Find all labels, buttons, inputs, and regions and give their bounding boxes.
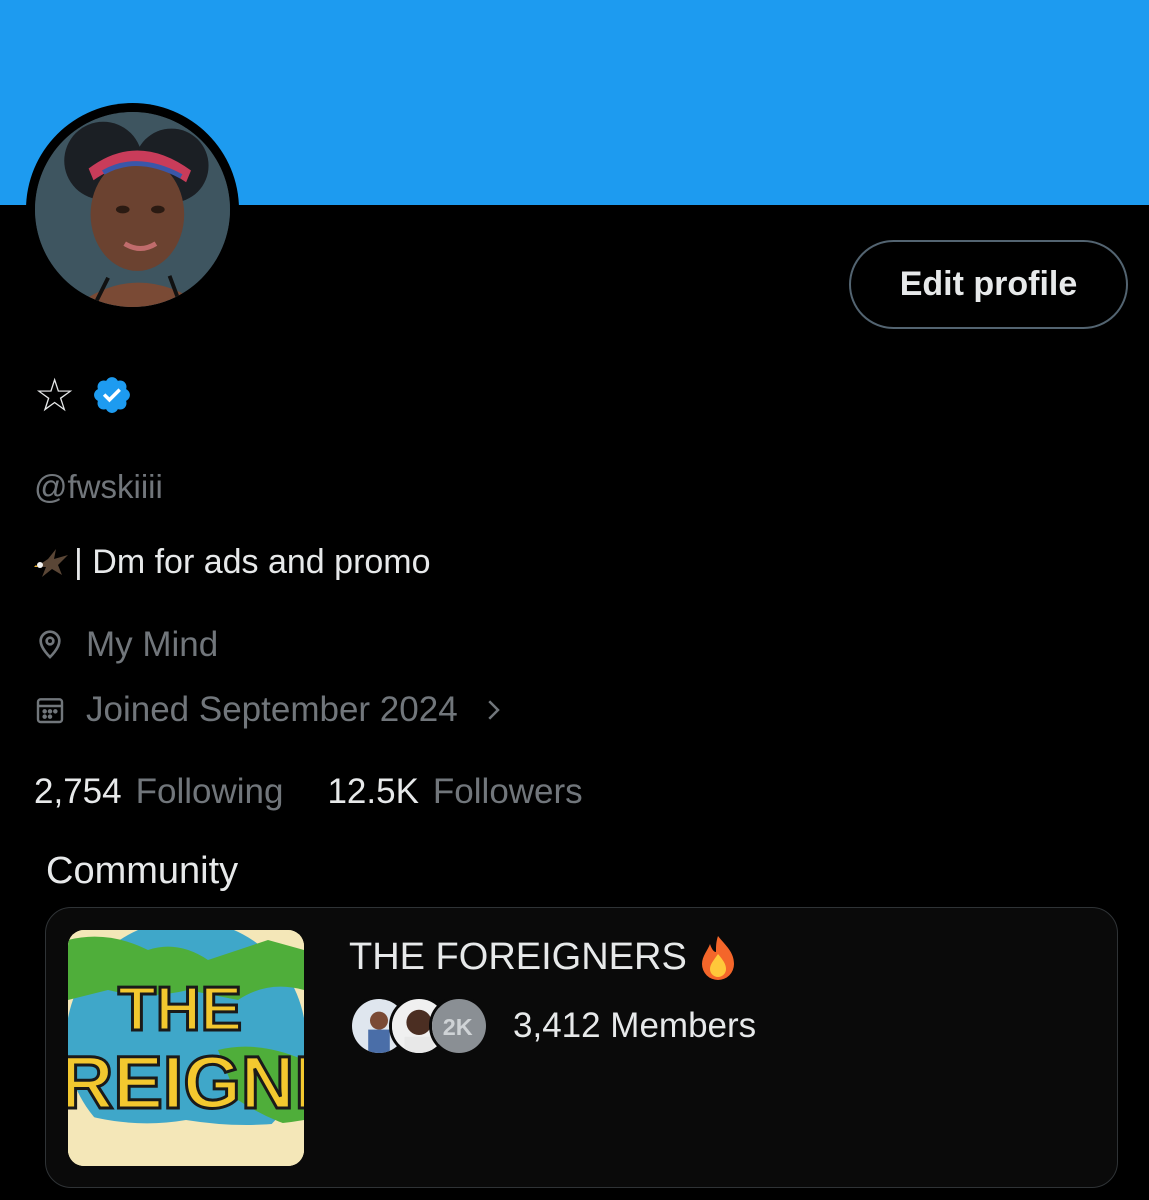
calendar-icon <box>34 694 66 726</box>
community-name-text: THE FOREIGNERS <box>349 935 687 978</box>
location-row: My Mind <box>34 625 218 665</box>
joined-text: Joined September 2024 <box>86 690 458 729</box>
display-name-row: ☆ <box>34 370 133 420</box>
location-pin-icon <box>34 629 66 661</box>
community-image: THE REIGNI <box>68 930 304 1166</box>
verified-badge-icon[interactable] <box>91 374 133 416</box>
following-count: 2,754 <box>34 772 122 811</box>
followers-count: 12.5K <box>327 772 419 811</box>
chevron-right-icon <box>478 695 508 725</box>
svg-text:2K: 2K <box>443 1014 473 1040</box>
fire-emoji-icon <box>697 934 739 980</box>
followers-link[interactable]: 12.5K Followers <box>327 772 582 812</box>
profile-handle: @fwskiiii <box>34 468 163 505</box>
followers-label: Followers <box>432 772 583 811</box>
bio-text: | Dm for ads and promo <box>74 543 431 581</box>
community-logo-text: THE REIGNI <box>68 974 304 1126</box>
location-text: My Mind <box>86 625 219 664</box>
community-card[interactable]: THE REIGNI THE FOREIGNERS 2K 3,412 Membe… <box>45 907 1118 1188</box>
joined-row[interactable]: Joined September 2024 <box>34 690 508 730</box>
members-row: 2K 3,412 Members <box>349 996 756 1056</box>
community-section-title: Community <box>46 850 239 892</box>
svg-text:THE: THE <box>118 975 242 1044</box>
svg-text:REIGNI: REIGNI <box>68 1041 304 1124</box>
profile-bio: | Dm for ads and promo <box>34 543 431 582</box>
eagle-emoji-icon <box>34 545 70 581</box>
display-name: ☆ <box>34 368 76 422</box>
community-name[interactable]: THE FOREIGNERS <box>349 934 739 980</box>
following-label: Following <box>135 772 284 811</box>
member-avatar: 2K <box>429 996 489 1056</box>
edit-profile-button[interactable]: Edit profile <box>849 240 1128 329</box>
profile-avatar[interactable] <box>26 103 239 316</box>
following-link[interactable]: 2,754 Following <box>34 772 283 812</box>
members-count: 3,412 Members <box>513 1006 757 1045</box>
follow-stats: 2,754 Following 12.5K Followers <box>34 772 583 812</box>
avatar-photo-icon <box>35 112 230 307</box>
